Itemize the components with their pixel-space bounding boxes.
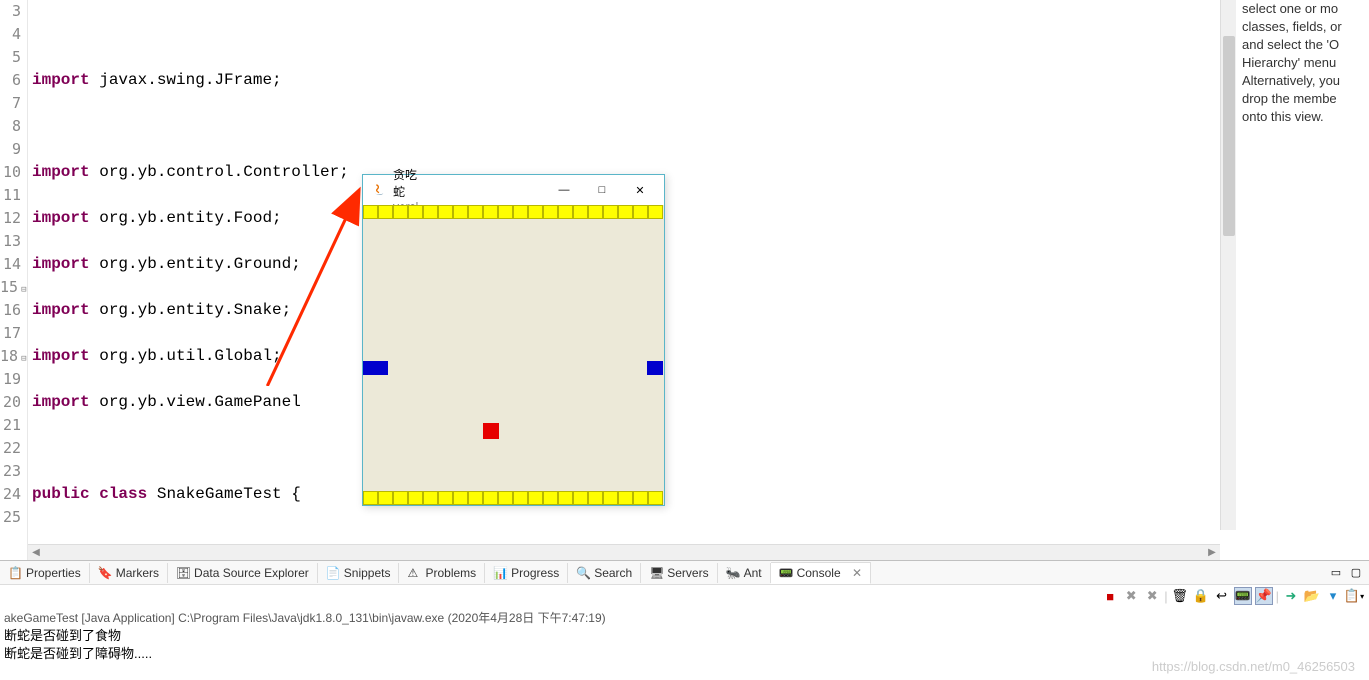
wall-top: [363, 205, 664, 219]
scroll-left-icon[interactable]: ◀: [30, 547, 42, 559]
scroll-lock-button[interactable]: 🔒: [1192, 587, 1210, 605]
views-tabs: 📋Properties 🔖Markers 🗄Data Source Explor…: [0, 561, 1369, 585]
snake-game-window[interactable]: 贪吃蛇versi... — □ ✕: [362, 174, 665, 506]
minimize-button[interactable]: —: [548, 178, 580, 202]
datasource-icon: 🗄: [176, 566, 190, 580]
ant-icon: 🐜: [726, 566, 740, 580]
tab-close-icon[interactable]: ✕: [852, 566, 862, 580]
close-button[interactable]: ✕: [624, 178, 656, 202]
clear-console-button[interactable]: 🗑: [1171, 587, 1189, 605]
servers-icon: 🖥: [649, 566, 663, 580]
game-canvas[interactable]: [363, 205, 664, 505]
tab-markers[interactable]: 🔖Markers: [90, 563, 168, 583]
new-console-dropdown[interactable]: 📋▾: [1345, 587, 1363, 605]
tab-search[interactable]: 🔍Search: [568, 563, 641, 583]
problems-icon: ⚠: [407, 566, 421, 580]
window-titlebar[interactable]: 贪吃蛇versi... — □ ✕: [363, 175, 664, 205]
maximize-view-icon[interactable]: ▢: [1347, 564, 1365, 582]
tab-progress[interactable]: 📊Progress: [485, 563, 568, 583]
watermark: https://blog.csdn.net/m0_46256503: [1152, 659, 1355, 674]
console-output[interactable]: akeGameTest [Java Application] C:\Progra…: [0, 607, 1369, 665]
tab-servers[interactable]: 🖥Servers: [641, 563, 717, 583]
tab-console[interactable]: 📟Console ✕: [771, 562, 871, 584]
snake-segment: [363, 361, 388, 375]
properties-icon: 📋: [8, 566, 22, 580]
pin-console-button[interactable]: 📌: [1255, 587, 1273, 605]
editor-horizontal-scrollbar[interactable]: ◀ ▶: [28, 544, 1220, 560]
open-console-button[interactable]: 📂: [1303, 587, 1321, 605]
console-toolbar: ■ ✖ ✖ | 🗑 🔒 ↩ 📟 📌 | ➜ 📂 ▾ 📋▾: [0, 585, 1369, 607]
type-hierarchy-help: select one or mo classes, fields, or and…: [1236, 0, 1369, 560]
remove-all-button[interactable]: ✖: [1143, 587, 1161, 605]
tab-data-source[interactable]: 🗄Data Source Explorer: [168, 563, 318, 583]
tab-properties[interactable]: 📋Properties: [0, 563, 90, 583]
display-selected-console-button[interactable]: ➜: [1282, 587, 1300, 605]
tab-snippets[interactable]: 📄Snippets: [318, 563, 400, 583]
snippets-icon: 📄: [326, 566, 340, 580]
console-launch-header: akeGameTest [Java Application] C:\Progra…: [4, 609, 1365, 627]
minimize-view-icon[interactable]: ▭: [1327, 564, 1345, 582]
tab-ant[interactable]: 🐜Ant: [718, 563, 771, 583]
show-console-button[interactable]: 📟: [1234, 587, 1252, 605]
progress-icon: 📊: [493, 566, 507, 580]
search-icon: 🔍: [576, 566, 590, 580]
wall-bottom: [363, 491, 664, 505]
console-icon: 📟: [779, 566, 793, 580]
terminate-button[interactable]: ■: [1101, 587, 1119, 605]
scroll-right-icon[interactable]: ▶: [1206, 547, 1218, 559]
food: [483, 423, 499, 439]
editor-vertical-scrollbar[interactable]: [1220, 0, 1236, 530]
scrollbar-thumb[interactable]: [1223, 36, 1235, 236]
line-gutter: 3 4 5 6 7 8 9 10 11 12 13 14 15 16 17 18…: [0, 0, 28, 560]
markers-icon: 🔖: [98, 566, 112, 580]
snake-segment: [647, 361, 663, 375]
remove-launch-button[interactable]: ✖: [1122, 587, 1140, 605]
java-icon: [371, 182, 387, 198]
console-line: 断蛇是否碰到了食物: [4, 627, 1365, 645]
word-wrap-button[interactable]: ↩: [1213, 587, 1231, 605]
tab-problems[interactable]: ⚠Problems: [399, 563, 485, 583]
maximize-button[interactable]: □: [586, 178, 618, 202]
console-dropdown-button[interactable]: ▾: [1324, 587, 1342, 605]
